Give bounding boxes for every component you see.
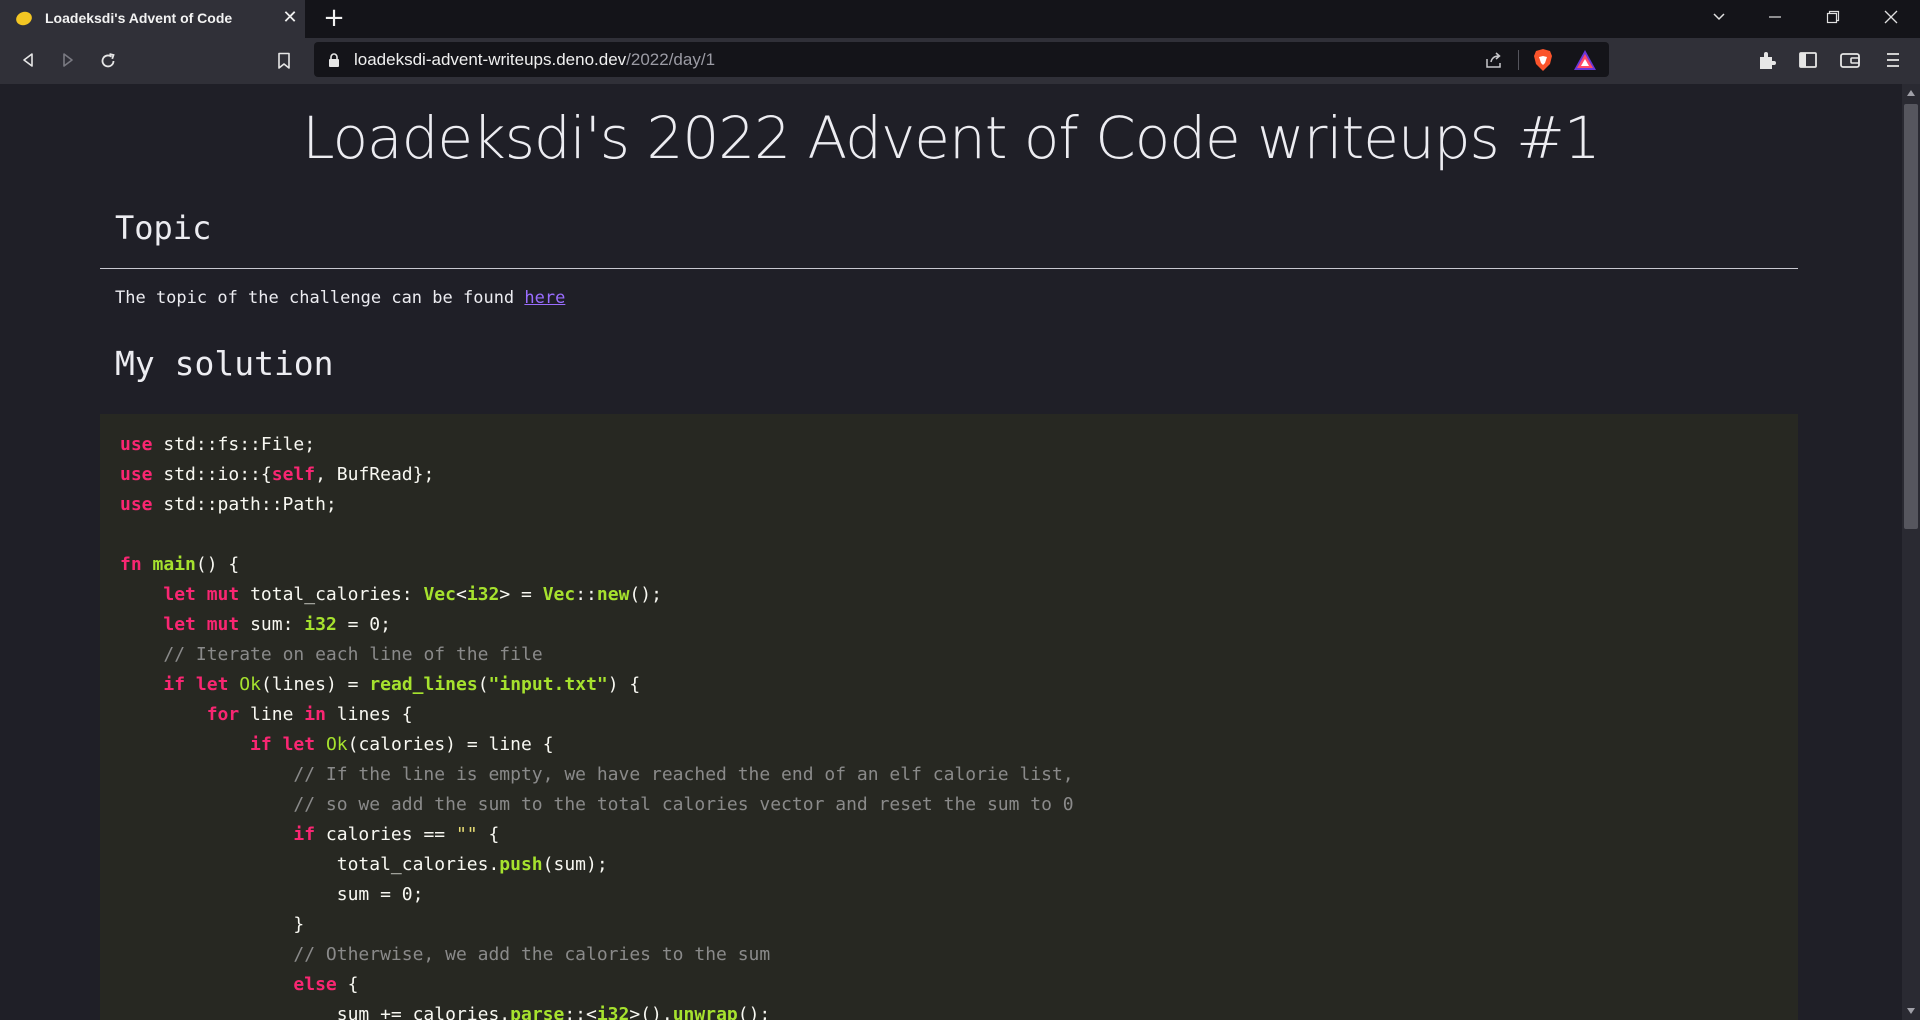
- code-line: }: [120, 914, 305, 935]
- topic-text: The topic of the challenge can be found: [115, 288, 525, 308]
- scroll-up-arrow-icon[interactable]: [1907, 90, 1915, 96]
- code-line: sum += calories.parse::<i32>().unwrap();: [120, 1004, 771, 1020]
- solution-heading: My solution: [115, 344, 334, 383]
- code-line: sum = 0;: [120, 884, 424, 905]
- address-bar[interactable]: loadeksdi-advent-writeups.deno.dev/2022/…: [314, 42, 1609, 77]
- tab-title: Loadeksdi's Advent of Code: [45, 10, 233, 26]
- browser-tab-active[interactable]: Loadeksdi's Advent of Code ✕: [0, 0, 306, 38]
- url-path: /2022/day/1: [626, 50, 716, 69]
- browser-toolbar: loadeksdi-advent-writeups.deno.dev/2022/…: [0, 38, 1920, 84]
- scrollbar-thumb[interactable]: [1904, 104, 1918, 529]
- topic-link[interactable]: here: [524, 288, 565, 308]
- minimize-button[interactable]: [1760, 6, 1790, 32]
- code-line: use std::fs::File;: [120, 434, 316, 455]
- address-bar-divider: [1518, 50, 1519, 70]
- lemon-favicon-icon: [14, 9, 34, 28]
- close-window-button[interactable]: [1876, 6, 1906, 32]
- code-line: use std::path::Path;: [120, 494, 337, 515]
- extensions-icon[interactable]: [1756, 49, 1780, 73]
- code-line: // If the line is empty, we have reached…: [293, 764, 1074, 785]
- heading-divider: [100, 268, 1798, 269]
- page-scrollbar[interactable]: [1902, 84, 1920, 1020]
- code-line: if calories == "" {: [293, 824, 500, 845]
- code-line: use std::io::{self, BufRead};: [120, 464, 435, 485]
- tab-close-icon[interactable]: ✕: [280, 8, 300, 28]
- reload-button[interactable]: [94, 47, 122, 75]
- url-text[interactable]: loadeksdi-advent-writeups.deno.dev/2022/…: [354, 50, 715, 70]
- page-content: Loadeksdi's 2022 Advent of Code writeups…: [0, 84, 1902, 1020]
- code-line: total_calories.push(sum);: [120, 854, 608, 875]
- brave-rewards-icon[interactable]: [1573, 49, 1597, 75]
- forward-button[interactable]: [54, 47, 82, 75]
- scroll-down-arrow-icon[interactable]: [1907, 1008, 1915, 1014]
- code-line: let mut total_calories: Vec<i32> = Vec::…: [163, 584, 662, 605]
- topic-heading: Topic: [115, 209, 212, 247]
- bookmark-icon[interactable]: [270, 47, 298, 75]
- tab-strip: Loadeksdi's Advent of Code ✕ +: [0, 0, 1920, 38]
- menu-icon[interactable]: [1882, 49, 1906, 73]
- new-tab-button[interactable]: +: [322, 5, 346, 31]
- code-block: use std::fs::File; use std::io::{self, B…: [100, 414, 1798, 1020]
- code-line: // so we add the sum to the total calori…: [293, 794, 1074, 815]
- restore-button[interactable]: [1818, 6, 1848, 32]
- sidebar-icon[interactable]: [1797, 49, 1821, 73]
- wallet-icon[interactable]: [1839, 49, 1863, 73]
- code-line: // Otherwise, we add the calories to the…: [293, 944, 771, 965]
- code-line: let mut sum: i32 = 0;: [163, 614, 391, 635]
- brave-shields-icon[interactable]: [1532, 48, 1554, 76]
- back-button[interactable]: [14, 47, 42, 75]
- code-line: if let Ok(lines) = read_lines("input.txt…: [163, 674, 641, 695]
- code-line: else {: [293, 974, 359, 995]
- code-line: for line in lines {: [206, 704, 413, 725]
- tab-search-chevron-icon[interactable]: [1704, 6, 1734, 32]
- page-title: Loadeksdi's 2022 Advent of Code writeups…: [302, 104, 1600, 172]
- code-content: use std::fs::File; use std::io::{self, B…: [120, 430, 1798, 1020]
- code-line: if let Ok(calories) = line {: [250, 734, 554, 755]
- code-line: // Iterate on each line of the file: [163, 644, 543, 665]
- lock-icon[interactable]: [328, 52, 340, 71]
- url-host: loadeksdi-advent-writeups.deno.dev: [354, 50, 627, 69]
- share-icon[interactable]: [1484, 50, 1504, 74]
- topic-paragraph: The topic of the challenge can be found …: [115, 288, 565, 308]
- code-line: fn main() {: [120, 554, 240, 575]
